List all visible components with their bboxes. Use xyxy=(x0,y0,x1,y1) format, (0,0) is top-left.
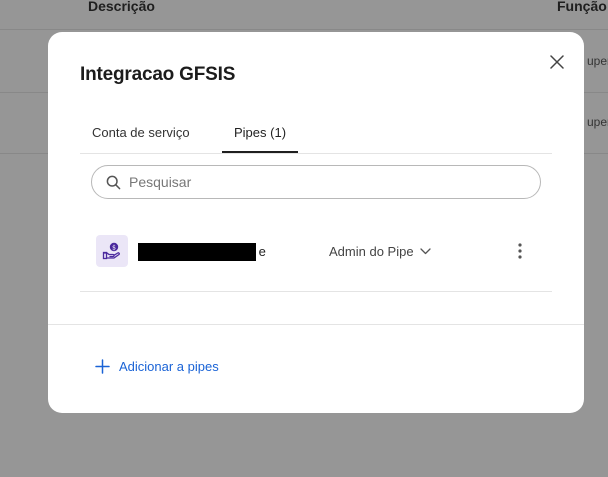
hand-coin-icon: $ xyxy=(96,235,128,267)
tab-pipes[interactable]: Pipes (1) xyxy=(234,125,286,140)
redacted-block xyxy=(138,243,256,261)
footer-divider xyxy=(48,324,584,325)
tab-bar: Conta de serviço Pipes (1) xyxy=(80,114,552,154)
add-to-pipes-label: Adicionar a pipes xyxy=(119,359,219,374)
search-box[interactable] xyxy=(91,165,541,199)
add-to-pipes-button[interactable]: Adicionar a pipes xyxy=(95,359,219,374)
kebab-menu-icon xyxy=(518,243,522,259)
plus-icon xyxy=(95,359,110,374)
role-dropdown[interactable]: Admin do Pipe xyxy=(329,244,431,259)
active-tab-indicator xyxy=(222,151,298,153)
integration-modal: Integracao GFSIS Conta de serviço Pipes … xyxy=(48,32,584,413)
close-button[interactable] xyxy=(546,51,568,73)
tab-service-account[interactable]: Conta de serviço xyxy=(92,125,190,140)
more-options-button[interactable] xyxy=(510,238,530,264)
chevron-down-icon xyxy=(419,248,431,255)
role-label: Admin do Pipe xyxy=(329,244,414,259)
search-icon xyxy=(106,175,121,189)
close-icon xyxy=(550,55,564,69)
svg-text:$: $ xyxy=(112,244,116,251)
modal-title: Integracao GFSIS xyxy=(80,64,236,85)
search-input[interactable] xyxy=(129,174,509,190)
pipe-list-item[interactable]: $ Se Admin do Pipe xyxy=(80,220,552,292)
